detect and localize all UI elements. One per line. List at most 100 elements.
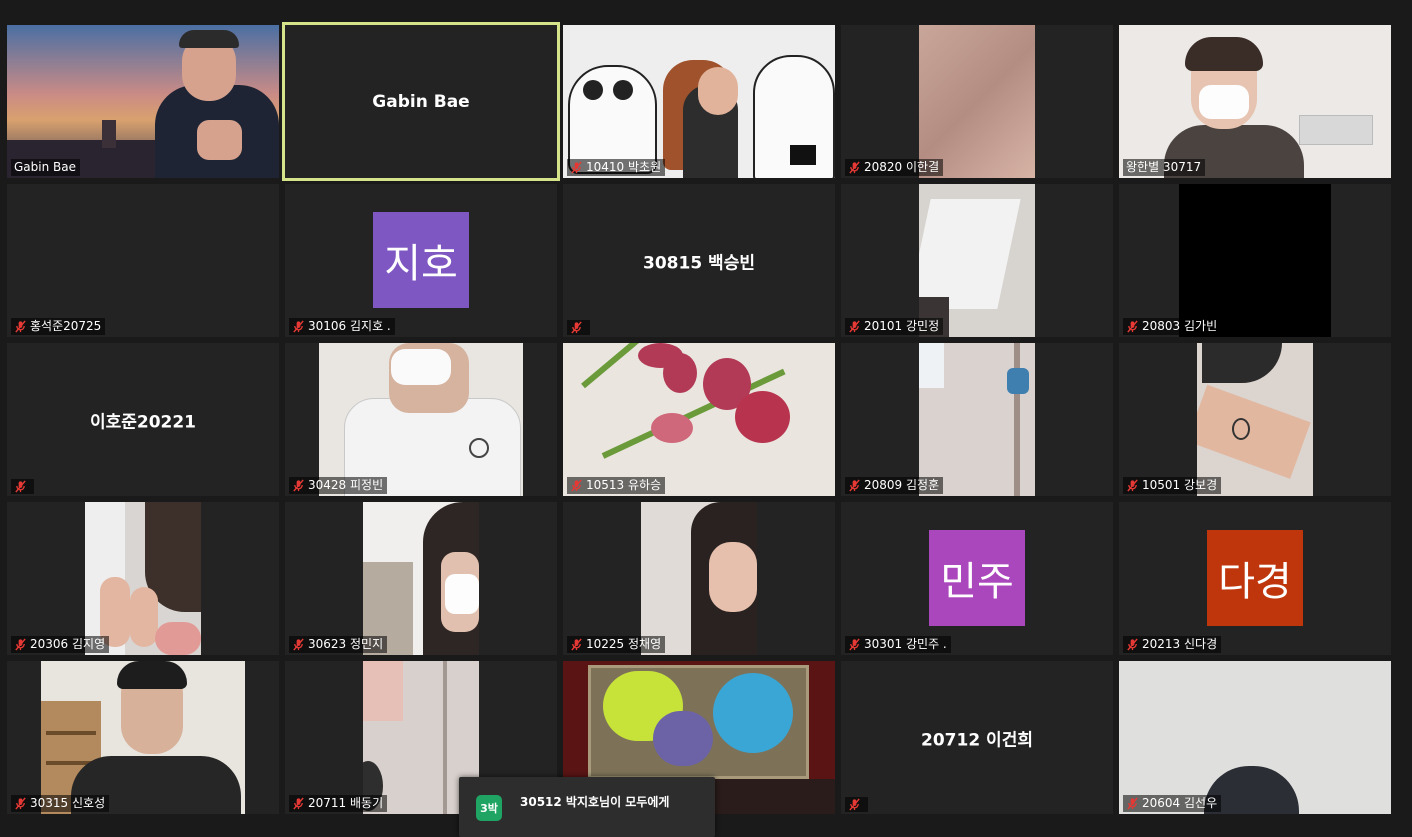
participant-display-name: 30815 백승빈	[643, 253, 755, 273]
participant-name-label: 20711 배동기	[289, 795, 388, 812]
participant-video	[919, 25, 1035, 178]
participant-tile[interactable]: 20306 김지영	[7, 502, 279, 655]
participant-tile[interactable]: 왕한별 30717	[1119, 25, 1391, 178]
participant-name: 30301 강민주 .	[864, 637, 947, 651]
participant-name: 20809 김정훈	[864, 478, 940, 492]
mic-muted-icon	[849, 161, 860, 174]
participant-display-name: Gabin Bae	[372, 91, 470, 112]
participant-tile[interactable]: 20803 김가빈	[1119, 184, 1391, 337]
participant-name-label	[567, 320, 590, 335]
participant-name: 20803 김가빈	[1142, 319, 1218, 333]
mic-muted-icon	[15, 638, 26, 651]
participant-display-name: 이호준20221	[89, 412, 197, 432]
participant-name-label: 10513 유하승	[567, 477, 666, 494]
participant-video	[563, 25, 835, 178]
mic-muted-icon	[293, 320, 304, 333]
participant-video	[319, 343, 523, 496]
mic-muted-icon	[849, 320, 860, 333]
mic-muted-icon	[15, 320, 26, 333]
mic-muted-icon	[571, 638, 582, 651]
participant-name-label	[11, 479, 34, 494]
participant-name-label: Gabin Bae	[11, 159, 80, 176]
participant-name-label: 20809 김정훈	[845, 477, 944, 494]
participant-name-label: 왕한별 30717	[1123, 159, 1206, 176]
participant-avatar: 지호	[373, 212, 469, 308]
participant-tile[interactable]: 20604 김선우	[1119, 661, 1391, 814]
participant-video	[1119, 661, 1391, 814]
participant-name: 10513 유하승	[586, 478, 662, 492]
participant-tile[interactable]: 홍석준20725	[7, 184, 279, 337]
participant-name-label: 30623 정민지	[289, 636, 388, 653]
participant-name-label: 10410 박초원	[567, 159, 666, 176]
participant-display-name: 20712 이건희	[921, 730, 1033, 750]
participant-name: 20101 강민정	[864, 319, 940, 333]
mic-muted-icon	[293, 479, 304, 492]
participant-tile[interactable]: 20101 강민정	[841, 184, 1113, 337]
participant-name: 10410 박초원	[586, 160, 662, 174]
participant-tile[interactable]: 이호준20221	[7, 343, 279, 496]
participant-name-label: 10501 강보경	[1123, 477, 1222, 494]
participant-video	[919, 184, 1035, 337]
participant-name-label: 30301 강민주 .	[845, 636, 951, 653]
participant-name: 30623 정민지	[308, 637, 384, 651]
participant-video	[919, 343, 1035, 496]
participant-tile[interactable]: 20809 김정훈	[841, 343, 1113, 496]
participant-name: 20604 김선우	[1142, 796, 1218, 810]
participant-name-label: 20101 강민정	[845, 318, 944, 335]
participant-name: 10225 정채영	[586, 637, 662, 651]
participant-tile[interactable]: 30815 백승빈	[563, 184, 835, 337]
participant-avatar: 다경	[1207, 530, 1303, 626]
mic-muted-icon	[849, 638, 860, 651]
participant-name-label: 30106 김지호 .	[289, 318, 395, 335]
participant-tile[interactable]: 10501 강보경	[1119, 343, 1391, 496]
mic-muted-icon	[1127, 638, 1138, 651]
participant-name-label: 홍석준20725	[11, 318, 106, 335]
participant-tile[interactable]: 30428 피정빈	[285, 343, 557, 496]
mic-muted-icon	[571, 161, 582, 174]
chat-notification[interactable]: 3박 30512 박지호님이 모두에게	[459, 777, 715, 837]
video-gallery-grid: Gabin Bae Gabin Bae 10410 박초원 20820 이한결 왕한별 …	[0, 0, 1412, 829]
participant-tile[interactable]: 20820 이한결	[841, 25, 1113, 178]
participant-name: 10501 강보경	[1142, 478, 1218, 492]
participant-name-label: 20803 김가빈	[1123, 318, 1222, 335]
participant-video	[363, 502, 479, 655]
participant-tile[interactable]: Gabin Bae	[7, 25, 279, 178]
mic-muted-icon	[571, 479, 582, 492]
mic-muted-icon	[849, 479, 860, 492]
participant-video	[1197, 343, 1313, 496]
participant-name-label: 10225 정채영	[567, 636, 666, 653]
mic-muted-icon	[1127, 320, 1138, 333]
participant-name-label: 20213 신다경	[1123, 636, 1222, 653]
participant-name-label	[845, 797, 868, 812]
participant-name: 20213 신다경	[1142, 637, 1218, 651]
participant-video	[563, 343, 835, 496]
participant-tile[interactable]: 20712 이건희	[841, 661, 1113, 814]
participant-name-label: 30315 신호성	[11, 795, 110, 812]
mic-muted-icon	[15, 480, 26, 493]
participant-tile[interactable]: 10410 박초원	[563, 25, 835, 178]
participant-video	[85, 502, 201, 655]
participant-tile[interactable]: 다경 20213 신다경	[1119, 502, 1391, 655]
participant-video	[641, 502, 757, 655]
participant-tile[interactable]: 30623 정민지	[285, 502, 557, 655]
participant-video	[1179, 184, 1331, 337]
participant-video	[7, 25, 279, 178]
mic-muted-icon	[849, 798, 860, 811]
participant-tile[interactable]: Gabin Bae	[282, 22, 560, 181]
participant-name: 30315 신호성	[30, 796, 106, 810]
participant-tile[interactable]: 30315 신호성	[7, 661, 279, 814]
chat-message-header: 30512 박지호님이 모두에게	[520, 795, 670, 809]
participant-name: 홍석준20725	[30, 319, 102, 333]
mic-muted-icon	[293, 638, 304, 651]
participant-tile[interactable]: 10225 정채영	[563, 502, 835, 655]
participant-name: 20306 김지영	[30, 637, 106, 651]
participant-name-label: 20820 이한결	[845, 159, 944, 176]
participant-tile[interactable]: 10513 유하승	[563, 343, 835, 496]
mic-muted-icon	[1127, 797, 1138, 810]
participant-name-label: 30428 피정빈	[289, 477, 388, 494]
participant-tile[interactable]: 지호 30106 김지호 .	[285, 184, 557, 337]
participant-tile[interactable]: 민주 30301 강민주 .	[841, 502, 1113, 655]
participant-name: 30106 김지호 .	[308, 319, 391, 333]
participant-name: Gabin Bae	[14, 160, 76, 174]
participant-name-label: 20306 김지영	[11, 636, 110, 653]
